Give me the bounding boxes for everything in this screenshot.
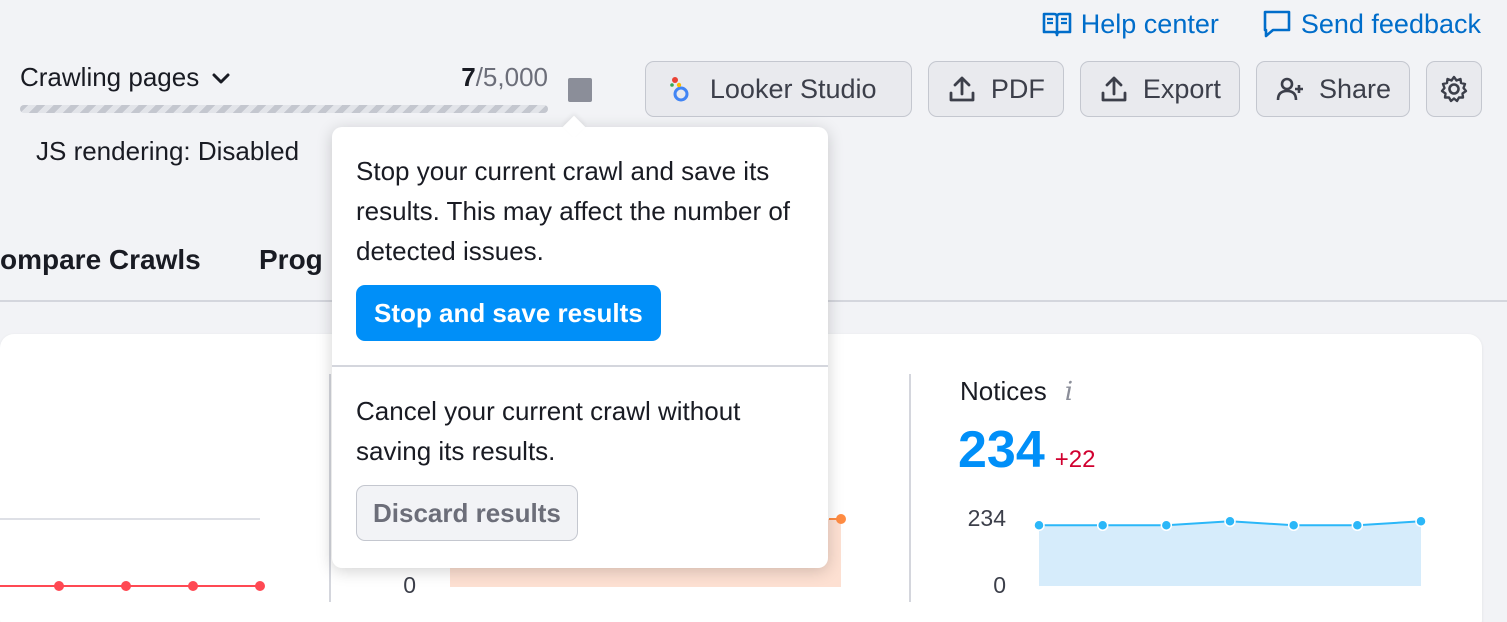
stop-crawl-popover: Stop your current crawl and save its res… [332,127,828,568]
stop-section: Stop your current crawl and save its res… [332,127,828,365]
data-point [1224,515,1236,528]
cancel-section: Cancel your current crawl without saving… [332,367,828,565]
y-tick-label: 234 [968,505,1007,531]
data-point [188,581,198,591]
data-point [836,514,846,524]
data-point [1287,519,1300,532]
data-point [54,581,64,591]
discard-results-button[interactable]: Discard results [356,485,578,541]
stop-and-save-button[interactable]: Stop and save results [356,285,661,341]
y-tick-label: 0 [993,572,1006,598]
errors-trend-chart [0,518,265,591]
notices-trend-chart: 234 0 [968,505,1427,598]
data-point [121,581,131,591]
data-point [1351,519,1364,532]
data-point [255,581,265,591]
data-point [1096,519,1109,532]
data-point [1160,519,1173,532]
data-point [1033,519,1045,532]
y-tick-label: 0 [403,572,416,598]
notices-area [1039,521,1421,586]
cancel-description: Cancel your current crawl without saving… [356,396,741,466]
stop-description: Stop your current crawl and save its res… [356,156,791,266]
data-point [1415,515,1427,528]
